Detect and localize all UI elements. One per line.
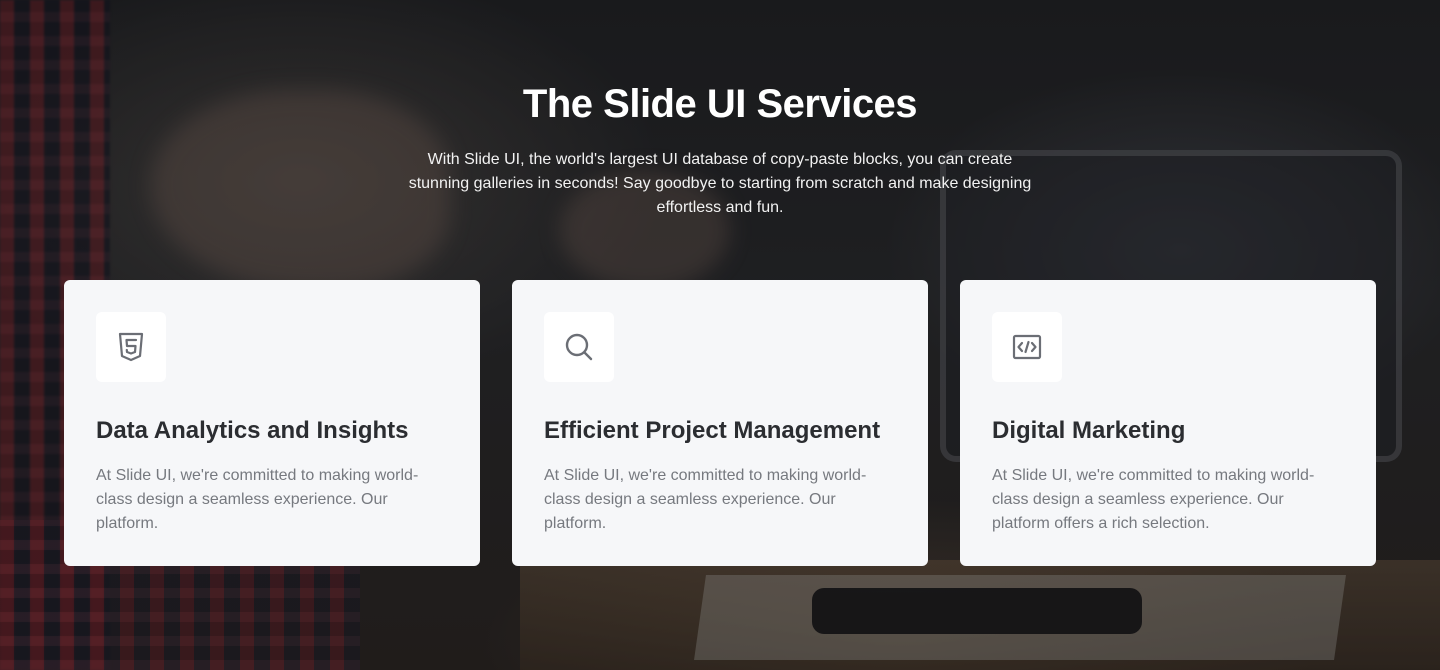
section-description: With Slide UI, the world's largest UI da…: [408, 151, 1032, 216]
code-icon: [992, 312, 1062, 382]
html5-icon: [96, 312, 166, 382]
service-card-project-management: Efficient Project Management At Slide UI…: [512, 280, 928, 566]
card-description: At Slide UI, we're committed to making w…: [96, 467, 419, 532]
card-title: Digital Marketing: [992, 417, 1186, 444]
service-card-data-analytics: Data Analytics and Insights At Slide UI,…: [64, 280, 480, 566]
card-title: Efficient Project Management: [544, 417, 881, 444]
card-description: At Slide UI, we're committed to making w…: [544, 467, 867, 532]
section-title: The Slide UI Services: [522, 82, 918, 126]
service-cards: Data Analytics and Insights At Slide UI,…: [64, 280, 1376, 566]
card-title: Data Analytics and Insights: [96, 417, 409, 444]
search-icon: [544, 312, 614, 382]
services-header: The Slide UI Services With Slide UI, the…: [0, 80, 1440, 220]
card-description: At Slide UI, we're committed to making w…: [992, 467, 1315, 532]
service-card-digital-marketing: Digital Marketing At Slide UI, we're com…: [960, 280, 1376, 566]
